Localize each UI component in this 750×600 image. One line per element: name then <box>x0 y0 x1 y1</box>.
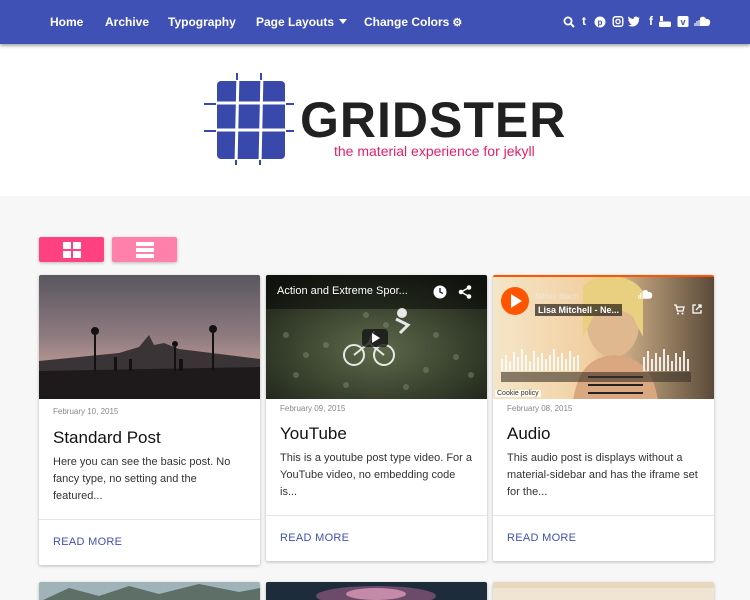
nav-typography[interactable]: Typography <box>168 15 236 29</box>
instagram-icon[interactable] <box>612 16 624 27</box>
nav-change-colors[interactable]: Change Colors ⚙ <box>364 15 462 29</box>
post-card-partial[interactable] <box>39 582 260 600</box>
audio-artist[interactable]: Niklas Ibach <box>535 292 579 301</box>
pinterest-icon[interactable]: p <box>594 16 606 28</box>
share-icon[interactable] <box>458 285 472 299</box>
grid-icon <box>62 241 81 258</box>
post-card-standard[interactable]: February 10, 2015 Standard Post Here you… <box>39 275 260 565</box>
post-title[interactable]: Audio <box>507 424 550 444</box>
post-date: February 08, 2015 <box>507 404 573 413</box>
twitter-icon[interactable] <box>628 16 640 27</box>
soundcloud-logo-icon[interactable] <box>637 289 653 299</box>
read-more-link[interactable]: READ MORE <box>280 532 349 544</box>
cart-icon[interactable] <box>673 303 685 315</box>
site-title[interactable]: GRIDSTER <box>300 92 566 148</box>
post-thumbnail[interactable] <box>493 582 714 600</box>
nav-home[interactable]: Home <box>50 15 83 29</box>
post-excerpt: Here you can see the basic post. No fanc… <box>53 456 231 502</box>
nav-archive[interactable]: Archive <box>105 15 149 29</box>
vimeo-icon[interactable]: v <box>677 16 689 27</box>
read-more-link[interactable]: READ MORE <box>507 532 576 544</box>
gridster-logo-icon[interactable] <box>204 73 294 165</box>
grid-view-button[interactable] <box>39 237 104 262</box>
soundcloud-embed[interactable]: Niklas Ibach Lisa Mitchell - Ne... Cooki… <box>493 275 714 399</box>
audio-track-title[interactable]: Lisa Mitchell - Ne... <box>535 304 623 316</box>
nav-page-layouts-label: Page Layouts <box>256 15 335 29</box>
post-card-youtube[interactable]: Action and Extreme Spor... February 09, … <box>266 275 487 561</box>
post-thumbnail[interactable] <box>39 275 260 399</box>
post-date: February 10, 2015 <box>53 407 119 416</box>
youtube-icon[interactable] <box>659 16 671 27</box>
top-navigation: Home Archive Typography Page Layouts Cha… <box>0 0 750 44</box>
video-title[interactable]: Action and Extreme Spor... <box>277 285 408 297</box>
post-date: February 09, 2015 <box>280 404 346 413</box>
site-tagline: the material experience for jekyll <box>334 143 535 159</box>
post-thumbnail[interactable] <box>39 582 260 600</box>
post-thumbnail[interactable] <box>266 582 487 600</box>
nav-page-layouts[interactable]: Page Layouts <box>256 15 348 29</box>
tumblr-icon[interactable]: t <box>578 13 590 29</box>
gear-icon: ⚙ <box>452 17 463 29</box>
post-excerpt: This audio post is displays without a ma… <box>507 452 698 498</box>
post-card-partial[interactable] <box>266 582 487 600</box>
card-divider <box>39 519 260 520</box>
list-view-button[interactable] <box>112 237 177 262</box>
clock-icon[interactable] <box>433 285 447 299</box>
share-icon[interactable] <box>691 303 703 315</box>
post-card-partial[interactable] <box>493 582 714 600</box>
svg-text:p: p <box>598 18 603 27</box>
post-title[interactable]: Standard Post <box>53 428 161 448</box>
facebook-icon[interactable]: f <box>645 13 657 29</box>
cookie-policy-link[interactable]: Cookie policy <box>495 390 541 397</box>
post-excerpt: This is a youtube post type video. For a… <box>280 452 472 498</box>
search-icon[interactable] <box>563 16 575 28</box>
post-card-audio[interactable]: Niklas Ibach Lisa Mitchell - Ne... Cooki… <box>493 275 714 561</box>
card-divider <box>493 515 714 516</box>
card-divider <box>266 515 487 516</box>
svg-text:v: v <box>680 17 685 27</box>
soundcloud-icon[interactable] <box>694 16 711 26</box>
list-icon <box>135 241 154 258</box>
read-more-link[interactable]: READ MORE <box>53 536 122 548</box>
post-title[interactable]: YouTube <box>280 424 347 444</box>
caret-down-icon <box>339 19 348 24</box>
youtube-embed[interactable]: Action and Extreme Spor... <box>266 275 487 399</box>
nav-change-colors-label: Change Colors <box>364 15 450 29</box>
